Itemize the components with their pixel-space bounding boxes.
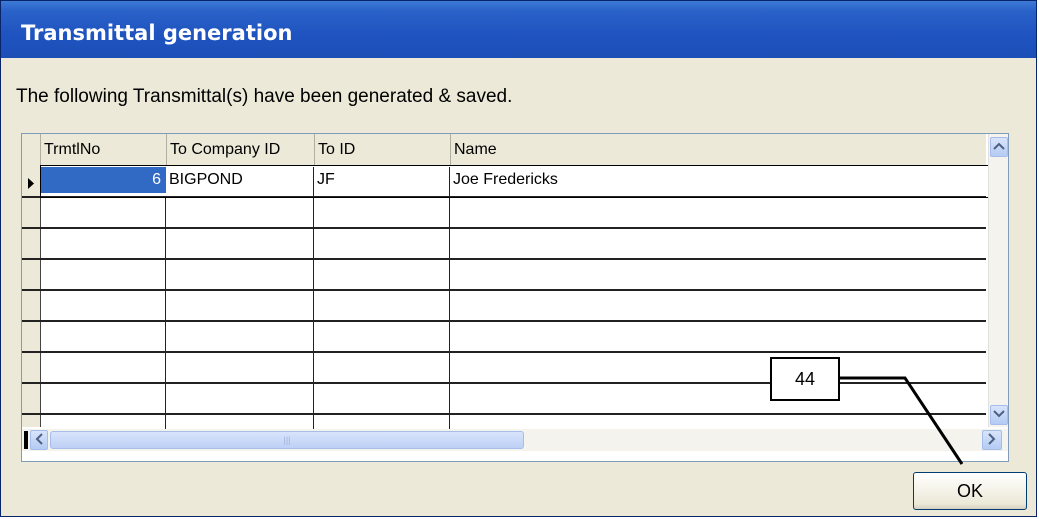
callout-leader-line bbox=[840, 376, 964, 465]
callout-label: 44 bbox=[770, 357, 840, 401]
